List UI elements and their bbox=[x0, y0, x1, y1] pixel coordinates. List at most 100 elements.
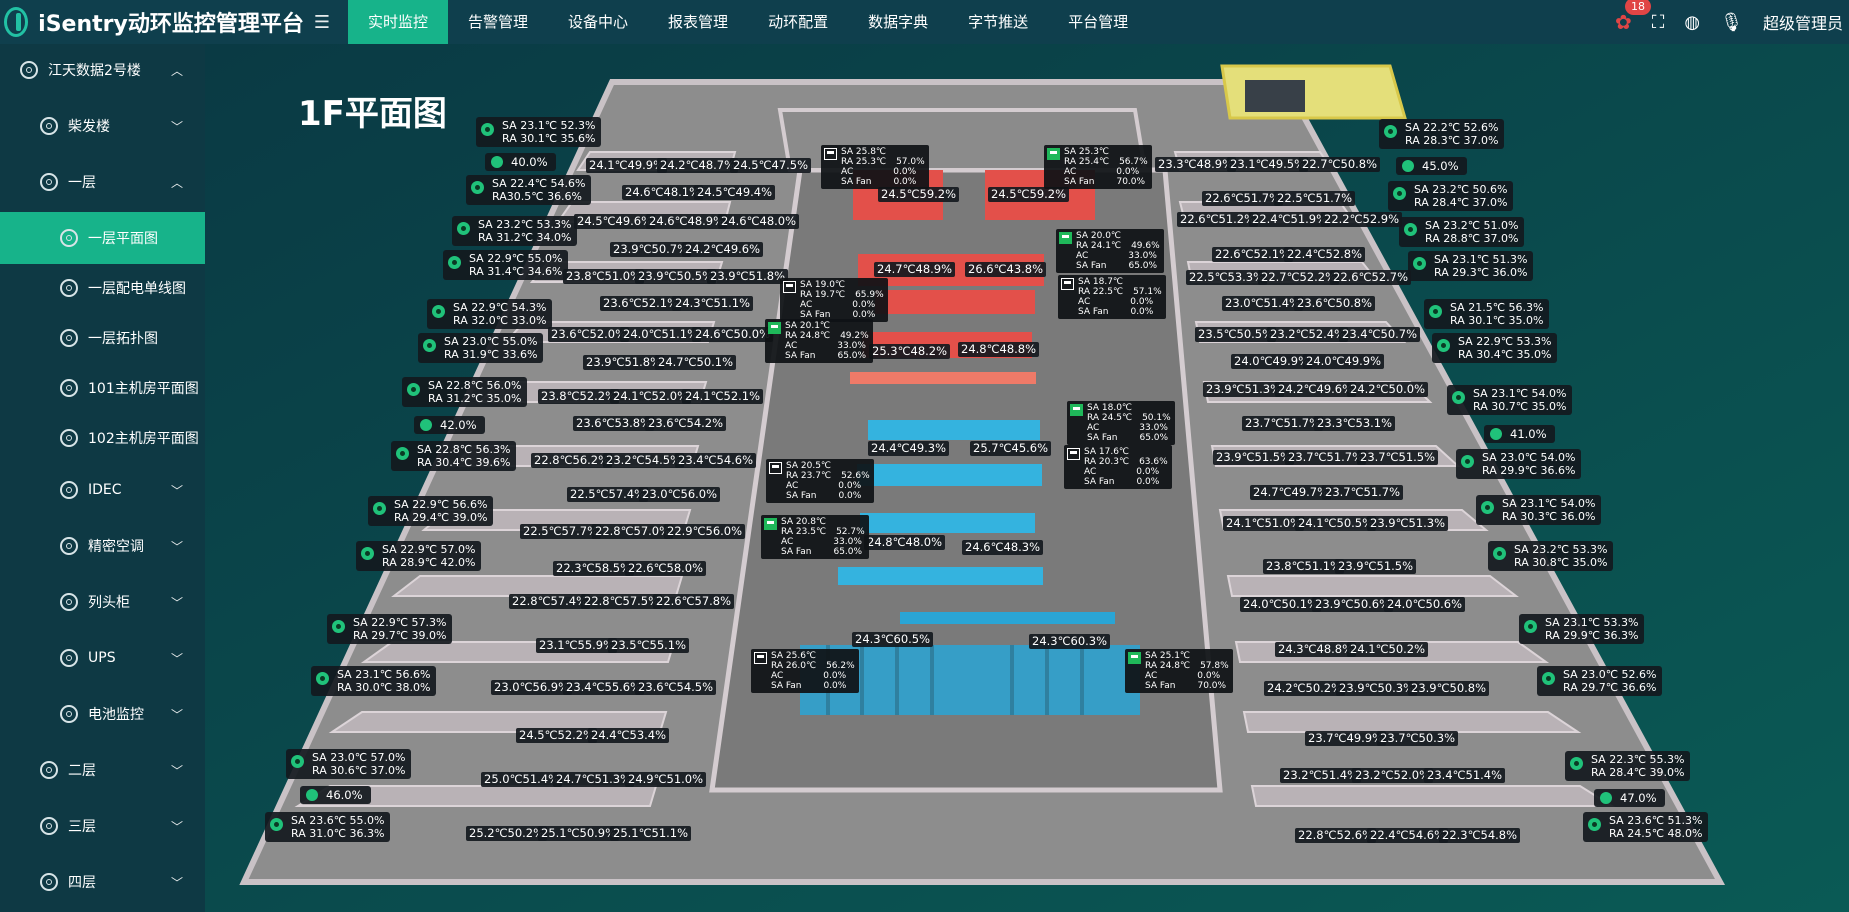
temp-sensor-tag[interactable]: 23.2℃52.4% bbox=[1267, 327, 1349, 342]
temp-sensor-tag[interactable]: 24.1℃52.1% bbox=[682, 389, 764, 404]
temp-sensor-tag[interactable]: 24.2℃48.7% bbox=[657, 158, 739, 173]
temp-sensor-tag[interactable]: 24.6℃48.9% bbox=[646, 214, 728, 229]
temp-sensor-tag[interactable]: 22.7℃52.2% bbox=[1258, 270, 1340, 285]
temp-sensor-tag[interactable]: 23.3℃53.1% bbox=[1314, 416, 1396, 431]
ac-unit-tag[interactable]: SA 23.0℃ 55.0% RA 31.9℃ 33.6% bbox=[418, 333, 543, 363]
ac-unit-tag[interactable]: SA 23.1℃ 54.0% RA 30.7℃ 35.0% bbox=[1447, 385, 1572, 415]
temp-sensor-tag[interactable]: 23.9℃51.8% bbox=[707, 269, 789, 284]
temp-sensor-tag[interactable]: 23.1℃49.5% bbox=[1227, 157, 1309, 172]
temp-sensor-tag[interactable]: 24.3℃48.8% bbox=[1275, 642, 1357, 657]
ac-unit-tag[interactable]: SA 23.1℃ 54.0% RA 30.3℃ 36.0% bbox=[1476, 495, 1601, 525]
temp-sensor-tag[interactable]: 24.5℃49.4% bbox=[694, 185, 776, 200]
temp-sensor-tag[interactable]: 23.6℃54.2% bbox=[645, 416, 727, 431]
temp-sensor-tag[interactable]: 23.9℃50.7% bbox=[610, 242, 692, 257]
temp-sensor-tag[interactable]: 24.5℃52.2% bbox=[516, 728, 598, 743]
ac-unit-tag[interactable]: SA 22.3℃ 55.3% RA 28.4℃ 39.0% bbox=[1565, 751, 1690, 781]
temp-sensor-tag[interactable]: 23.5℃50.5% bbox=[1195, 327, 1277, 342]
ac-unit-tag[interactable]: SA 23.0℃ 57.0% RA 30.6℃ 37.0% bbox=[286, 749, 411, 779]
temp-sensor-tag[interactable]: 24.0℃49.9% bbox=[1231, 354, 1313, 369]
temp-sensor-tag[interactable]: 22.5℃53.3% bbox=[1186, 270, 1268, 285]
ac-unit-tag[interactable]: SA 23.6℃ 51.3% RA 24.5℃ 48.0% bbox=[1583, 812, 1708, 842]
temp-sensor-tag[interactable]: 23.5℃55.1% bbox=[608, 638, 690, 653]
ac-unit-tag[interactable]: SA 23.2℃ 50.6% RA 28.4℃ 37.0% bbox=[1388, 181, 1513, 211]
temp-sensor-tag[interactable]: 25.3℃48.2% bbox=[869, 344, 951, 359]
temp-sensor-tag[interactable]: 24.0℃50.6% bbox=[1384, 597, 1466, 612]
temp-sensor-tag[interactable]: 22.6℃52.1% bbox=[1212, 247, 1294, 262]
temp-sensor-tag[interactable]: 24.0℃50.1% bbox=[1240, 597, 1322, 612]
temp-sensor-tag[interactable]: 23.3℃48.9% bbox=[1155, 157, 1237, 172]
temp-sensor-tag[interactable]: 22.2℃52.9% bbox=[1321, 212, 1403, 227]
humidity-tag[interactable]: 45.0% bbox=[1396, 157, 1467, 175]
temp-sensor-tag[interactable]: 24.8℃48.0% bbox=[864, 535, 946, 550]
temp-sensor-tag[interactable]: 22.4℃52.8% bbox=[1284, 247, 1366, 262]
ac-unit-tag[interactable]: SA 22.9℃ 57.3% RA 29.7℃ 39.0% bbox=[327, 614, 452, 644]
temp-sensor-tag[interactable]: 23.6℃50.8% bbox=[1294, 296, 1376, 311]
temp-sensor-tag[interactable]: 23.7℃51.7% bbox=[1242, 416, 1324, 431]
temp-sensor-tag[interactable]: 22.5℃51.7% bbox=[1274, 191, 1356, 206]
temp-sensor-tag[interactable]: 24.1℃52.0% bbox=[610, 389, 692, 404]
temp-sensor-tag[interactable]: 23.8℃51.0% bbox=[563, 269, 645, 284]
temp-sensor-tag[interactable]: 26.6℃43.8% bbox=[965, 262, 1047, 277]
temp-sensor-tag[interactable]: 23.2℃52.0% bbox=[1352, 768, 1434, 783]
temp-sensor-tag[interactable]: 22.6℃52.7% bbox=[1330, 270, 1412, 285]
temp-sensor-tag[interactable]: 22.7℃50.8% bbox=[1299, 157, 1381, 172]
temp-sensor-tag[interactable]: 24.0℃49.9% bbox=[1303, 354, 1385, 369]
temp-sensor-tag[interactable]: 23.9℃50.6% bbox=[1312, 597, 1394, 612]
temp-sensor-tag[interactable]: 24.1℃49.9% bbox=[586, 158, 668, 173]
temp-sensor-tag[interactable]: 23.8℃51.1% bbox=[1263, 559, 1345, 574]
temp-sensor-tag[interactable]: 22.5℃57.4% bbox=[567, 487, 649, 502]
temp-sensor-tag[interactable]: 24.5℃59.2% bbox=[988, 187, 1070, 202]
ac-unit-tag[interactable]: SA 22.8℃ 56.0% RA 31.2℃ 35.0% bbox=[402, 377, 527, 407]
temp-sensor-tag[interactable]: 24.7℃49.7% bbox=[1250, 485, 1332, 500]
temp-sensor-tag[interactable]: 23.9℃51.5% bbox=[1335, 559, 1417, 574]
crac-unit-tag[interactable]: SA 19.0℃ RA 19.7℃ 65.9% AC 0.0% SA Fan 0.0% bbox=[780, 278, 888, 322]
temp-sensor-tag[interactable]: 24.2℃50.0% bbox=[1347, 382, 1429, 397]
temp-sensor-tag[interactable]: 22.6℃51.2% bbox=[1177, 212, 1259, 227]
temp-sensor-tag[interactable]: 23.4℃51.4% bbox=[1424, 768, 1506, 783]
temp-sensor-tag[interactable]: 23.7℃50.3% bbox=[1377, 731, 1459, 746]
ac-unit-tag[interactable]: SA 23.0℃ 52.6% RA 29.7℃ 36.6% bbox=[1537, 666, 1662, 696]
temp-sensor-tag[interactable]: 24.6℃48.0% bbox=[718, 214, 800, 229]
temp-sensor-tag[interactable]: 24.6℃48.3% bbox=[962, 540, 1044, 555]
temp-sensor-tag[interactable]: 24.5℃59.2% bbox=[878, 187, 960, 202]
temp-sensor-tag[interactable]: 23.4℃55.6% bbox=[563, 680, 645, 695]
temp-sensor-tag[interactable]: 22.5℃57.7% bbox=[520, 524, 602, 539]
temp-sensor-tag[interactable]: 23.9℃51.5% bbox=[1213, 450, 1295, 465]
ac-unit-tag[interactable]: SA 22.8℃ 56.3% RA 30.4℃ 39.6% bbox=[391, 441, 516, 471]
temp-sensor-tag[interactable]: 22.8℃52.6% bbox=[1295, 828, 1377, 843]
ac-unit-tag[interactable]: SA 23.2℃ 51.0% RA 28.8℃ 37.0% bbox=[1399, 217, 1524, 247]
temp-sensor-tag[interactable]: 23.0℃51.4% bbox=[1222, 296, 1304, 311]
crac-unit-tag[interactable]: SA 18.0℃ RA 24.5℃ 50.1% AC 33.0% SA Fan 65.0% bbox=[1067, 401, 1175, 445]
ac-unit-tag[interactable]: SA 22.9℃ 57.0% RA 28.9℃ 42.0% bbox=[356, 541, 481, 571]
temp-sensor-tag[interactable]: 24.1℃51.0% bbox=[1223, 516, 1305, 531]
temp-sensor-tag[interactable]: 24.2℃49.6% bbox=[682, 242, 764, 257]
crac-unit-tag[interactable]: SA 20.8℃ RA 23.5℃ 52.7% AC 33.0% SA Fan 65.0% bbox=[761, 515, 869, 559]
crac-unit-tag[interactable]: SA 20.1℃ RA 24.8℃ 49.2% AC 33.0% SA Fan 65.0% bbox=[765, 319, 873, 363]
temp-sensor-tag[interactable]: 24.1℃50.2% bbox=[1347, 642, 1429, 657]
temp-sensor-tag[interactable]: 24.5℃49.6% bbox=[574, 214, 656, 229]
temp-sensor-tag[interactable]: 23.9℃50.5% bbox=[635, 269, 717, 284]
temp-sensor-tag[interactable]: 24.1℃50.5% bbox=[1295, 516, 1377, 531]
temp-sensor-tag[interactable]: 23.9℃50.3% bbox=[1336, 681, 1418, 696]
ac-unit-tag[interactable]: SA 23.0℃ 54.0% RA 29.9℃ 36.6% bbox=[1456, 449, 1581, 479]
temp-sensor-tag[interactable]: 24.7℃50.1% bbox=[655, 355, 737, 370]
ac-unit-tag[interactable]: SA 22.9℃ 53.3% RA 30.4℃ 35.0% bbox=[1432, 333, 1557, 363]
humidity-tag[interactable]: 41.0% bbox=[1484, 425, 1555, 443]
temp-sensor-tag[interactable]: 25.7℃45.6% bbox=[970, 441, 1052, 456]
ac-unit-tag[interactable]: SA 21.5℃ 56.3% RA 30.1℃ 35.0% bbox=[1424, 299, 1549, 329]
temp-sensor-tag[interactable]: 23.4℃50.7% bbox=[1339, 327, 1421, 342]
temp-sensor-tag[interactable]: 25.1℃50.9% bbox=[538, 826, 620, 841]
temp-sensor-tag[interactable]: 24.3℃51.1% bbox=[672, 296, 754, 311]
temp-sensor-tag[interactable]: 22.8℃57.0% bbox=[592, 524, 674, 539]
temp-sensor-tag[interactable]: 23.9℃51.3% bbox=[1367, 516, 1449, 531]
ac-unit-tag[interactable]: SA 22.9℃ 56.6% RA 29.4℃ 39.0% bbox=[368, 496, 493, 526]
temp-sensor-tag[interactable]: 24.4℃49.3% bbox=[868, 441, 950, 456]
temp-sensor-tag[interactable]: 23.7℃51.7% bbox=[1322, 485, 1404, 500]
temp-sensor-tag[interactable]: 23.7℃51.7% bbox=[1285, 450, 1367, 465]
temp-sensor-tag[interactable]: 23.9℃51.8% bbox=[583, 355, 665, 370]
ac-unit-tag[interactable]: SA 23.1℃ 52.3% RA 30.1℃ 35.6% bbox=[476, 117, 601, 147]
temp-sensor-tag[interactable]: 23.7℃49.9% bbox=[1305, 731, 1387, 746]
temp-sensor-tag[interactable]: 22.8℃57.4% bbox=[509, 594, 591, 609]
temp-sensor-tag[interactable]: 22.8℃56.2% bbox=[531, 453, 613, 468]
temp-sensor-tag[interactable]: 25.0℃51.4% bbox=[481, 772, 563, 787]
